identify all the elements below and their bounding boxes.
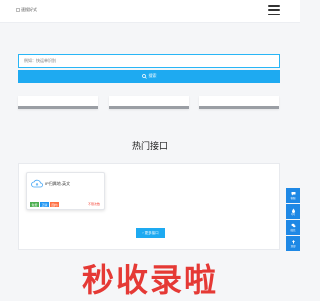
hamburger-icon-line <box>268 5 280 7</box>
api-name: IP归属地-英文 <box>45 181 71 186</box>
float-item-label: 客服 <box>290 197 296 200</box>
cloud-icon <box>31 179 43 188</box>
category-card[interactable] <box>18 96 98 109</box>
float-item-qq[interactable]: QQ <box>286 204 300 219</box>
search-input[interactable] <box>18 53 280 68</box>
section-title: 热门接口 <box>131 141 168 151</box>
more-apis-label: 更多接口 <box>144 230 159 235</box>
api-tags: 免费 正版 国内 <box>30 202 60 207</box>
top-navbar: 速搜好式 <box>0 0 300 23</box>
site-logo[interactable]: 速搜好式 <box>16 7 37 13</box>
float-item-top[interactable]: 顶部 <box>286 236 300 251</box>
api-card[interactable]: IP归属地-英文 免费 正版 国内 不限次数 <box>26 172 105 210</box>
tag-badge: 国内 <box>50 202 60 207</box>
search-area: 搜索 <box>18 49 280 83</box>
float-item-label: QQ <box>291 212 295 216</box>
logo-alt-text: 速搜好式 <box>21 7 37 12</box>
remaining-count: 不限次数 <box>87 202 100 206</box>
category-card[interactable] <box>109 96 189 109</box>
hamburger-menu-button[interactable] <box>268 5 280 15</box>
search-button[interactable]: 搜索 <box>18 69 280 83</box>
tag-badge: 免费 <box>30 202 40 207</box>
hot-api-panel: IP归属地-英文 免费 正版 国内 不限次数 › 更多接口 <box>18 163 280 250</box>
hamburger-icon-line <box>268 13 280 15</box>
float-item-label: 微信 <box>290 229 296 232</box>
float-item-label: 顶部 <box>290 245 296 248</box>
float-item-chat[interactable]: 客服 <box>286 188 300 203</box>
broken-image-icon <box>16 8 20 12</box>
tag-badge: 正版 <box>40 202 50 207</box>
floating-sidebar: 客服 QQ 微信 顶部 <box>286 188 300 252</box>
category-card[interactable] <box>199 96 279 109</box>
float-item-wechat[interactable]: 微信 <box>286 220 300 235</box>
more-apis-button[interactable]: › 更多接口 <box>136 228 165 238</box>
arrow-icon: › <box>142 231 144 235</box>
watermark-text: 秒收录啦 <box>81 261 218 299</box>
search-button-label: 搜索 <box>148 73 157 78</box>
search-icon <box>141 73 147 79</box>
hamburger-icon-line <box>268 9 280 11</box>
